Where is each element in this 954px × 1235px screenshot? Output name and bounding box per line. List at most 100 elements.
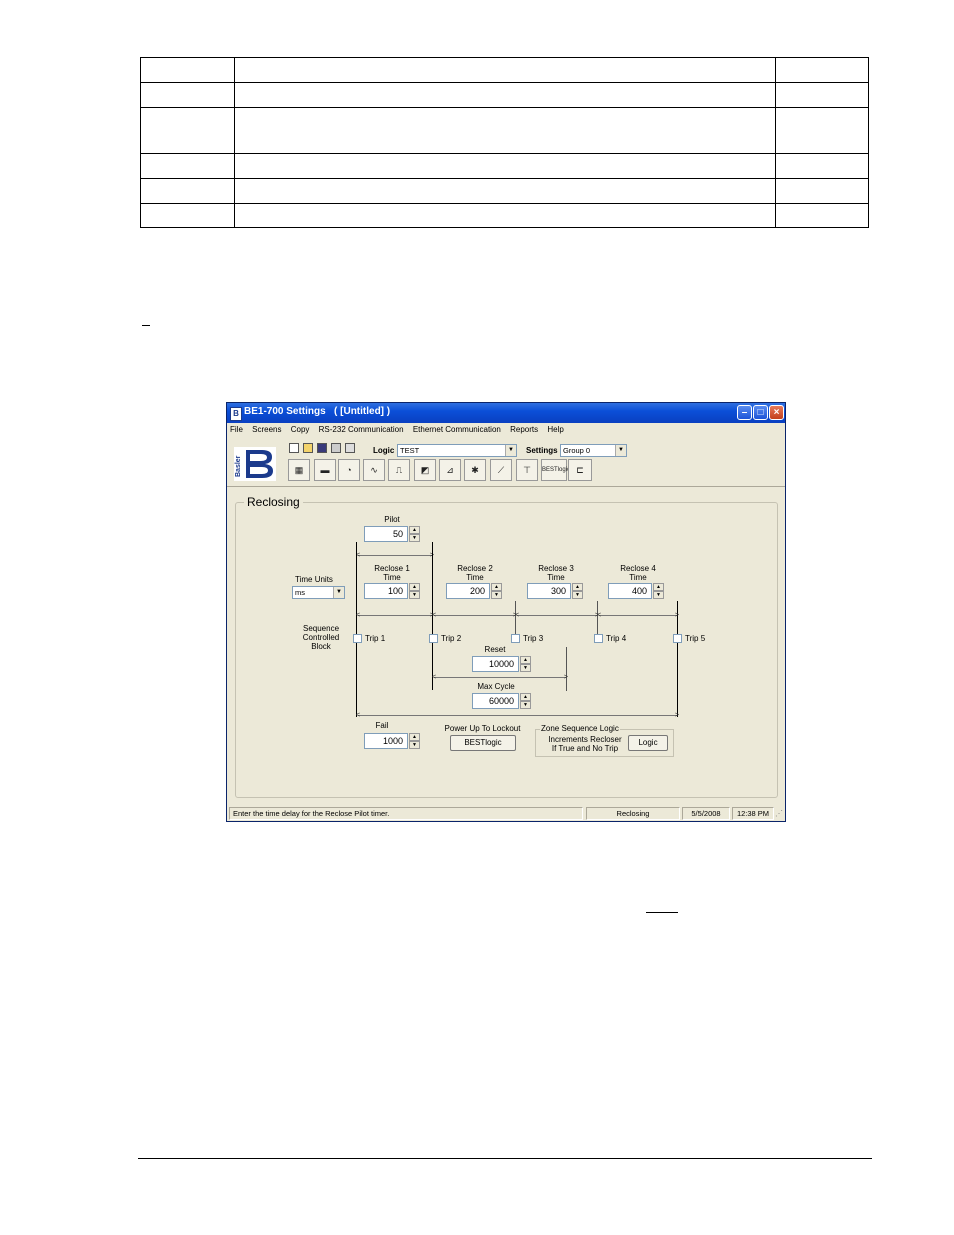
max-cycle-input[interactable]: 60000 <box>472 693 519 709</box>
status-hint: Enter the time delay for the Reclose Pil… <box>229 807 583 820</box>
trip3-checkbox[interactable] <box>511 634 520 643</box>
chevron-down-icon: ▼ <box>505 445 516 456</box>
settings-select[interactable]: Group 0 ▼ <box>560 444 627 457</box>
reclose4-spinner[interactable]: ▲ ▼ <box>653 583 664 599</box>
power-up-label: Power Up To Lockout <box>444 724 521 733</box>
zone-logic-button[interactable]: Logic <box>628 735 668 751</box>
reclose-tool-icon[interactable]: ⟋ <box>490 459 512 481</box>
close-button[interactable]: × <box>769 405 784 420</box>
max-cycle-span: < > <box>356 712 679 719</box>
resize-grip-icon[interactable]: ⋰ <box>775 809 783 818</box>
reclose4-input[interactable]: 400 <box>608 583 652 599</box>
scb-label-line1: Sequence <box>302 624 340 633</box>
new-file-icon[interactable] <box>289 443 299 453</box>
maximize-button[interactable]: □ <box>753 405 768 420</box>
reclose2-spinner[interactable]: ▲ ▼ <box>491 583 502 599</box>
save-icon[interactable] <box>317 443 327 453</box>
open-folder-icon[interactable] <box>303 443 313 453</box>
general-info-tool-icon[interactable]: ▦ <box>288 459 310 481</box>
reclose2-input[interactable]: 200 <box>446 583 490 599</box>
power-up-bestlogic-button[interactable]: BESTlogic <box>450 735 516 751</box>
reclose1-label: Reclose 1 <box>374 564 410 573</box>
reclose3-input[interactable]: 300 <box>527 583 571 599</box>
clock-tool-icon[interactable]: ◔ <box>338 459 360 481</box>
time-units-value: ms <box>295 588 305 597</box>
pilot-label: Pilot <box>384 515 400 524</box>
logic-select[interactable]: TEST ▼ <box>397 444 517 457</box>
pilot-spinner[interactable]: ▲ ▼ <box>409 526 420 542</box>
chevron-down-icon: ▼ <box>333 587 344 598</box>
menu-ethernet[interactable]: Ethernet Communication <box>413 425 501 434</box>
reclose2-span: < > <box>432 612 517 619</box>
timer-tool-icon[interactable]: ⊿ <box>439 459 461 481</box>
bestlogic-tool-button[interactable]: BESTlogic <box>541 459 570 481</box>
menu-help[interactable]: Help <box>547 425 563 434</box>
plug-tool-icon[interactable]: ⊏ <box>568 459 592 481</box>
trip5-checkbox[interactable] <box>673 634 682 643</box>
fail-spinner[interactable]: ▲ ▼ <box>409 733 420 749</box>
reclosing-title: Reclosing <box>244 495 303 509</box>
print-icon[interactable] <box>331 443 341 453</box>
control-tool-icon[interactable]: ⊤ <box>516 459 538 481</box>
minimize-button[interactable]: – <box>737 405 752 420</box>
trip5-label: Trip 5 <box>685 634 706 643</box>
toolbar-separator <box>227 486 785 487</box>
reclose4-sub: Time <box>629 573 647 582</box>
breaker-tool-icon[interactable]: ✱ <box>464 459 486 481</box>
reclose3-spinner[interactable]: ▲ ▼ <box>572 583 583 599</box>
reclose3-label: Reclose 3 <box>538 564 574 573</box>
reset-label: Reset <box>484 645 506 654</box>
title-bar[interactable]: B BE1-700 Settings ( [Untitled] ) – □ × <box>227 403 785 423</box>
waveform-tool-icon[interactable]: ⎍ <box>388 459 410 481</box>
footer-rule <box>138 1158 872 1159</box>
fail-label: Fail <box>375 721 389 730</box>
reclose2-label: Reclose 2 <box>457 564 493 573</box>
trip2-checkbox[interactable] <box>429 634 438 643</box>
reset-input[interactable]: 10000 <box>472 656 519 672</box>
zone-title: Zone Sequence Logic <box>540 724 620 733</box>
reset-spinner[interactable]: ▲ ▼ <box>520 656 531 672</box>
svg-text:Basler: Basler <box>235 455 242 477</box>
underline-mark <box>142 325 150 326</box>
reclose1-span: < > <box>356 612 434 619</box>
trip4-checkbox[interactable] <box>594 634 603 643</box>
menu-bar: File Screens Copy RS-232 Communication E… <box>230 425 571 439</box>
menu-screens[interactable]: Screens <box>252 425 281 434</box>
menu-reports[interactable]: Reports <box>510 425 538 434</box>
reclose1-spinner[interactable]: ▲ ▼ <box>409 583 420 599</box>
status-bar: Enter the time delay for the Reclose Pil… <box>229 807 785 821</box>
reset-span: < > <box>432 674 568 681</box>
pilot-input[interactable]: 50 <box>364 526 408 542</box>
basler-logo: Basler <box>234 447 276 481</box>
settings-value: Group 0 <box>563 446 591 455</box>
status-screen: Reclosing <box>586 807 680 820</box>
timeline-line-1 <box>356 542 357 717</box>
communication-tool-icon[interactable]: ▬ <box>314 459 336 481</box>
trip2-label: Trip 2 <box>441 634 462 643</box>
revision-table <box>140 57 869 228</box>
app-window: B BE1-700 Settings ( [Untitled] ) – □ × … <box>226 402 786 822</box>
logic-label: Logic <box>373 446 395 455</box>
trip4-label: Trip 4 <box>606 634 627 643</box>
menu-rs232[interactable]: RS-232 Communication <box>319 425 404 434</box>
reclose1-input[interactable]: 100 <box>364 583 408 599</box>
menu-copy[interactable]: Copy <box>291 425 310 434</box>
reclose3-span: < > <box>515 612 599 619</box>
scb-label-line3: Block <box>311 642 331 651</box>
fail-input[interactable]: 1000 <box>364 733 408 749</box>
trip3-label: Trip 3 <box>523 634 544 643</box>
time-units-select[interactable]: ms ▼ <box>292 586 345 599</box>
max-cycle-label: Max Cycle <box>477 682 515 691</box>
app-icon: B <box>230 407 242 421</box>
properties-icon[interactable] <box>345 443 355 453</box>
sensing-tool-icon[interactable]: ∿ <box>363 459 385 481</box>
max-cycle-spinner[interactable]: ▲ ▼ <box>520 693 531 709</box>
time-units-label: Time Units <box>295 575 333 584</box>
menu-file[interactable]: File <box>230 425 243 434</box>
pilot-span: <> <box>356 552 434 559</box>
zone-line2: If True and No Trip <box>551 744 619 753</box>
reclose4-label: Reclose 4 <box>620 564 656 573</box>
reclose4-span: < > <box>597 612 679 619</box>
protection-tool-icon[interactable]: ◩ <box>414 459 436 481</box>
trip1-checkbox[interactable] <box>353 634 362 643</box>
